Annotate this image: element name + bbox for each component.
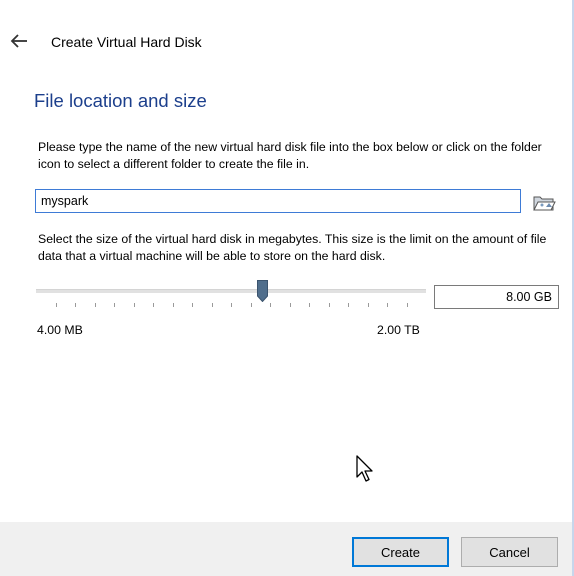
create-button[interactable]: Create (352, 537, 449, 567)
folder-icon (533, 196, 556, 211)
choose-folder-button[interactable] (532, 191, 556, 213)
dialog-title: Create Virtual Hard Disk (51, 34, 202, 50)
section-heading: File location and size (34, 90, 207, 111)
slider-handle[interactable] (257, 280, 268, 302)
size-input[interactable] (434, 285, 559, 309)
back-button[interactable] (9, 30, 31, 52)
cancel-button[interactable]: Cancel (461, 537, 558, 567)
slider-max-label: 2.00 TB (377, 323, 420, 337)
back-arrow-icon (10, 34, 27, 48)
create-virtual-hard-disk-dialog: Create Virtual Hard Disk File location a… (0, 0, 574, 576)
slider-min-label: 4.00 MB (37, 323, 83, 337)
slider-ticks (56, 303, 408, 307)
mouse-cursor-icon (356, 455, 373, 482)
size-slider[interactable] (36, 278, 426, 318)
file-name-input[interactable] (35, 189, 521, 213)
file-location-description: Please type the name of the new virtual … (38, 140, 542, 171)
size-description: Select the size of the virtual hard disk… (38, 232, 547, 263)
